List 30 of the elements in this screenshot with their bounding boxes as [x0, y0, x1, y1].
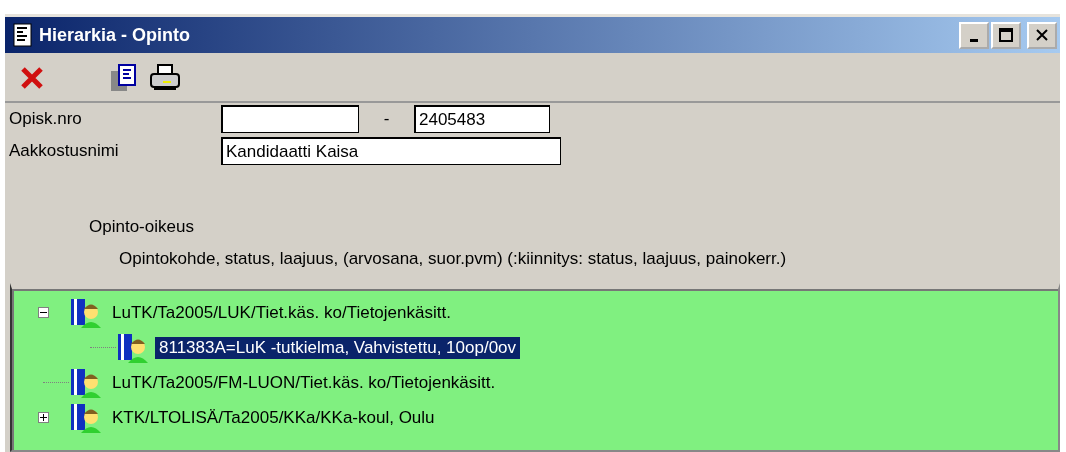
document-icon[interactable] [109, 63, 137, 93]
expander-button[interactable] [38, 412, 49, 423]
expander-icon [39, 413, 48, 422]
tree-item[interactable]: LuTK/Ta2005/FM-LUON/Tiet.käs. ko/Tietojenkäsitt. [108, 371, 500, 394]
tree-item[interactable]: KTK/LTOLISÄ/Ta2005/KKa/KKa-koul, Oulu [108, 406, 439, 429]
close-button[interactable] [1027, 21, 1057, 49]
separator-text: - [382, 109, 391, 129]
minimize-icon [970, 38, 978, 42]
minimize-button[interactable] [959, 21, 989, 49]
document-icon [13, 23, 33, 47]
input-field[interactable]: Kandidaatti Kaisa [221, 137, 561, 165]
student-book-icon [70, 401, 102, 434]
tree-item[interactable]: LuTK/Ta2005/LUK/Tiet.käs. ko/Tietojenkäsitt. [108, 301, 455, 324]
window-title: Hierarkia - Opinto [39, 24, 192, 46]
input-field[interactable] [221, 105, 359, 133]
close-icon [1034, 27, 1050, 43]
input-field[interactable]: 2405483 [414, 105, 550, 133]
student-book-icon [70, 296, 102, 329]
field-label: Opisk.nro [9, 109, 83, 129]
printer-icon[interactable] [149, 63, 181, 93]
student-book-icon [70, 366, 102, 399]
tree-item[interactable]: 811383A=LuK -tutkielma, Vahvistettu, 10op/0ov [155, 336, 521, 359]
field-label: Aakkostusnimi [9, 141, 120, 161]
legend-text: Opintokohde, status, laajuus, (arvosana, suor.pvm) (:kiinnitys: status, laajuus, painokerr.) [118, 249, 788, 269]
student-book-icon [117, 331, 149, 364]
expander-button[interactable] [38, 307, 49, 318]
maximize-icon [998, 27, 1014, 43]
maximize-button[interactable] [991, 21, 1021, 49]
legend-heading: Opinto-oikeus [89, 217, 195, 237]
delete-icon[interactable] [19, 65, 45, 91]
